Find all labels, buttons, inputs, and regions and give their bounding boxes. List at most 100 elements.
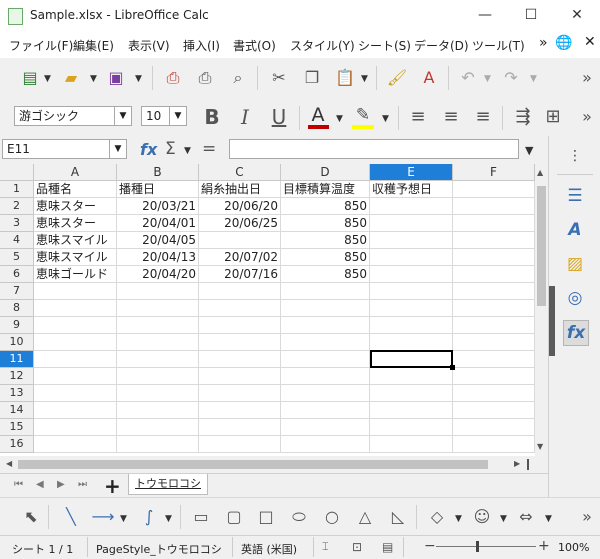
zoom-out-button[interactable]: − — [424, 538, 436, 554]
toolbar-overflow[interactable]: » — [574, 65, 600, 91]
cell-c8[interactable] — [199, 300, 281, 317]
row-header-15[interactable]: 15 — [0, 419, 34, 436]
cell-f5[interactable] — [453, 249, 535, 266]
rectangle-icon[interactable]: ▭ — [188, 504, 214, 530]
last-sheet-icon[interactable]: ⏭ — [78, 479, 87, 490]
arrow-line-icon[interactable]: ⟶ — [90, 504, 116, 530]
vertical-scrollbar[interactable]: ▲ ▼ — [535, 164, 548, 456]
cell-b11[interactable] — [117, 351, 199, 368]
name-box[interactable]: E11 ▼ — [2, 139, 127, 159]
column-header-e[interactable]: E — [370, 164, 453, 181]
first-sheet-icon[interactable]: ⏮ — [14, 479, 23, 490]
symbol-shapes-dropdown-icon[interactable]: ▼ — [500, 514, 507, 524]
cell-e12[interactable] — [370, 368, 453, 385]
cell-c14[interactable] — [199, 402, 281, 419]
cell-c3[interactable]: 20/06/25 — [199, 215, 281, 232]
triangle-icon[interactable]: △ — [352, 504, 378, 530]
sidebar-menu-icon[interactable]: ⋮ — [563, 144, 587, 168]
scroll-up-icon[interactable]: ▲ — [537, 168, 543, 177]
row-header-2[interactable]: 2 — [0, 198, 34, 215]
cell-f2[interactable] — [453, 198, 535, 215]
cell-d10[interactable] — [281, 334, 370, 351]
cell-f3[interactable] — [453, 215, 535, 232]
cell-f12[interactable] — [453, 368, 535, 385]
cell-c5[interactable]: 20/07/02 — [199, 249, 281, 266]
cell-b7[interactable] — [117, 283, 199, 300]
minimize-button[interactable]: — — [462, 0, 508, 31]
open-folder-icon[interactable]: ▰ — [58, 65, 84, 91]
cut-icon[interactable]: ✂ — [266, 65, 292, 91]
cell-f4[interactable] — [453, 232, 535, 249]
maximize-button[interactable]: ☐ — [508, 0, 554, 31]
cell-e1[interactable]: 収穫予想日 — [370, 181, 453, 198]
cell-a8[interactable] — [34, 300, 117, 317]
chevron-down-icon[interactable]: ▼ — [114, 107, 131, 125]
square-icon[interactable]: □ — [253, 504, 279, 530]
underline-button[interactable]: U — [266, 104, 292, 130]
ellipse-icon[interactable]: ⬭ — [286, 504, 312, 530]
cell-e14[interactable] — [370, 402, 453, 419]
zoom-slider-track[interactable] — [436, 546, 536, 547]
cell-c13[interactable] — [199, 385, 281, 402]
close-button[interactable]: ✕ — [554, 0, 600, 31]
font-size-box[interactable]: 10 ▼ — [141, 106, 187, 126]
sum-button[interactable]: Σ — [165, 139, 176, 159]
row-header-8[interactable]: 8 — [0, 300, 34, 317]
cell-a16[interactable] — [34, 436, 117, 453]
cell-f7[interactable] — [453, 283, 535, 300]
cell-a4[interactable]: 恵味スマイル — [34, 232, 117, 249]
cell-f10[interactable] — [453, 334, 535, 351]
cell-f11[interactable] — [453, 351, 535, 368]
vertical-scroll-thumb[interactable] — [537, 186, 546, 306]
align-center-icon[interactable]: ≡ — [438, 104, 464, 130]
cell-d2[interactable]: 850 — [281, 198, 370, 215]
row-header-14[interactable]: 14 — [0, 402, 34, 419]
line-tool-icon[interactable]: ╲ — [58, 504, 84, 530]
scroll-right-icon[interactable]: ▶ — [514, 459, 520, 468]
cell-a15[interactable] — [34, 419, 117, 436]
next-sheet-icon[interactable]: ▶ — [57, 479, 65, 490]
close-document-icon[interactable]: ✕ — [584, 34, 596, 50]
chevron-down-icon[interactable]: ▼ — [109, 140, 126, 158]
cell-d7[interactable] — [281, 283, 370, 300]
new-document-icon[interactable]: ▤ — [17, 65, 43, 91]
cell-f9[interactable] — [453, 317, 535, 334]
formula-button[interactable]: = — [202, 139, 216, 159]
print-preview-icon[interactable]: ⌕ — [225, 65, 251, 91]
cell-e13[interactable] — [370, 385, 453, 402]
sheet-tab-active[interactable]: トウモロコシ — [128, 474, 208, 495]
styles-icon[interactable]: A — [563, 218, 587, 242]
bold-button[interactable]: B — [199, 104, 225, 130]
save-dropdown-icon[interactable]: ▼ — [135, 74, 142, 84]
row-header-9[interactable]: 9 — [0, 317, 34, 334]
menu-styles[interactable]: スタイル(Y) — [290, 37, 355, 54]
align-left-icon[interactable]: ≡ — [405, 104, 431, 130]
zoom-slider-thumb[interactable] — [476, 541, 479, 552]
cell-b12[interactable] — [117, 368, 199, 385]
toolbar-overflow-2[interactable]: » — [574, 104, 600, 130]
cell-d12[interactable] — [281, 368, 370, 385]
cell-e8[interactable] — [370, 300, 453, 317]
cell-e4[interactable] — [370, 232, 453, 249]
redo-icon[interactable]: ↷ — [498, 65, 524, 91]
cell-c15[interactable] — [199, 419, 281, 436]
horizontal-scrollbar[interactable]: ◀ ▶ — [0, 456, 548, 473]
row-header-11[interactable]: 11 — [0, 351, 34, 368]
column-header-a[interactable]: A — [34, 164, 117, 181]
horizontal-scroll-thumb[interactable] — [18, 460, 488, 469]
globe-icon[interactable]: 🌐 — [555, 35, 572, 51]
row-header-13[interactable]: 13 — [0, 385, 34, 402]
cell-d9[interactable] — [281, 317, 370, 334]
cell-e10[interactable] — [370, 334, 453, 351]
paste-icon[interactable]: 📋 — [332, 65, 358, 91]
circle-icon[interactable]: ○ — [319, 504, 345, 530]
menu-insert[interactable]: 挿入(I) — [183, 37, 220, 54]
cell-a11[interactable] — [34, 351, 117, 368]
cell-b4[interactable]: 20/04/05 — [117, 232, 199, 249]
cell-b9[interactable] — [117, 317, 199, 334]
column-header-d[interactable]: D — [281, 164, 370, 181]
wrap-text-icon[interactable]: ⇶ — [510, 104, 536, 130]
cell-d14[interactable] — [281, 402, 370, 419]
cell-b6[interactable]: 20/04/20 — [117, 266, 199, 283]
sum-dropdown-icon[interactable]: ▼ — [184, 146, 191, 156]
